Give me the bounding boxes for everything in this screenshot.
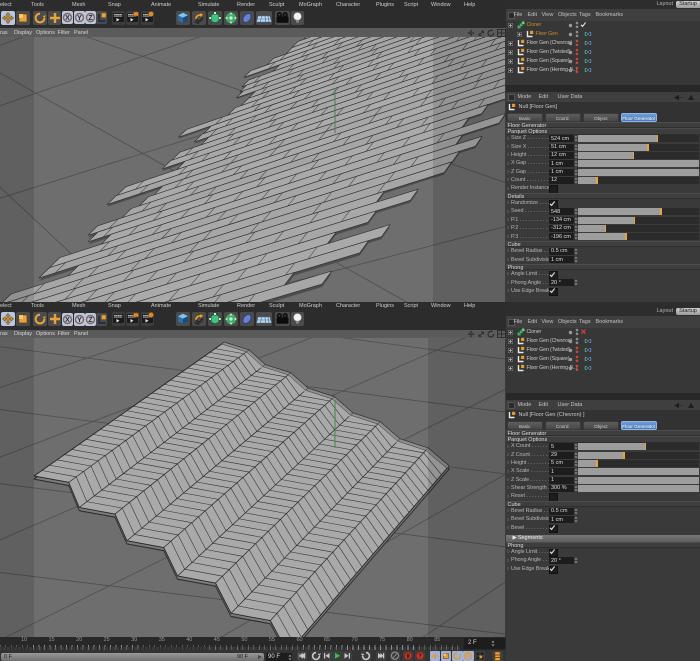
svg-text:Y: Y bbox=[77, 15, 82, 22]
svg-text:X: X bbox=[65, 15, 70, 22]
svg-text:X: X bbox=[65, 317, 70, 324]
svg-text:P: P bbox=[466, 654, 470, 660]
svg-text:?: ? bbox=[418, 654, 422, 660]
svg-text:Y: Y bbox=[77, 317, 82, 324]
svg-text:Z: Z bbox=[89, 15, 94, 22]
svg-text:Z: Z bbox=[89, 317, 94, 324]
